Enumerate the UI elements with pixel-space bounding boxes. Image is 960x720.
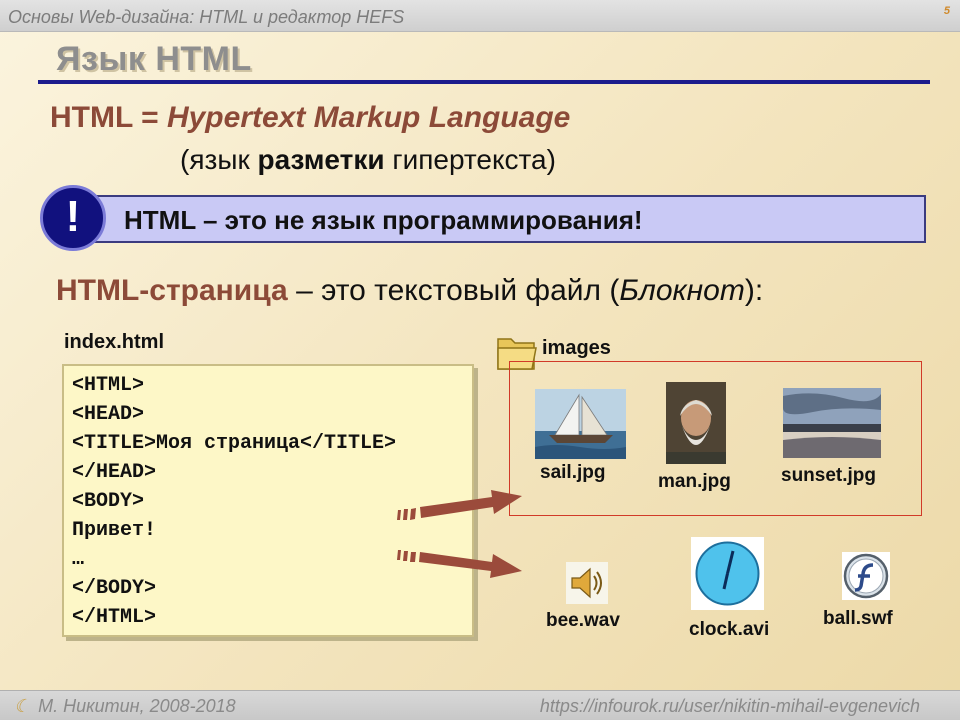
author-text: М. Никитин, 2008-2018 xyxy=(38,696,236,716)
portrait-photo xyxy=(666,382,726,464)
code-line: … xyxy=(72,548,85,571)
alert-text: HTML – это не язык программирования! xyxy=(124,205,643,235)
slide-number: 5 xyxy=(943,5,950,17)
speaker-icon xyxy=(566,562,608,604)
translation-close: гипертекста) xyxy=(384,144,556,175)
sunset-photo xyxy=(783,388,881,458)
code-line: <HEAD> xyxy=(72,403,145,426)
definition-abbr: HTML = xyxy=(50,101,167,134)
sentence-end: ): xyxy=(744,274,764,307)
translation-bold: разметки xyxy=(257,144,385,175)
source-url[interactable]: https://infourok.ru/user/nikitin-mihail-… xyxy=(540,696,920,717)
slide-heading: Язык HTML xyxy=(56,40,252,78)
slide-footer-bar: ☾ М. Никитин, 2008-2018 https://infourok.… xyxy=(0,690,960,720)
file-label-clock: clock.avi xyxy=(689,619,770,640)
file-label-sunset: sunset.jpg xyxy=(781,465,877,486)
heading-divider xyxy=(38,80,930,84)
sentence-highlight: HTML-страница xyxy=(56,274,288,307)
translation-open: (язык xyxy=(180,144,258,175)
presentation-title: Основы Web-дизайна: HTML и редактор HEFS xyxy=(8,7,405,27)
code-line: Привет! xyxy=(72,519,157,542)
code-filename: index.html xyxy=(64,331,165,353)
author-credit: ☾ М. Никитин, 2008-2018 xyxy=(14,696,236,717)
file-label-ball: ball.swf xyxy=(823,608,893,629)
html-definition: HTML = Hypertext Markup Language xyxy=(50,101,570,135)
arrow-icons xyxy=(397,490,522,578)
html-page-sentence: HTML-страница – это текстовый файл (Блок… xyxy=(56,274,763,308)
file-label-man: man.jpg xyxy=(658,471,731,492)
sailboat-photo xyxy=(535,389,626,459)
code-line: <TITLE>Моя страница</TITLE> xyxy=(72,432,397,455)
code-line: </BODY> xyxy=(72,577,157,600)
file-label-bee: bee.wav xyxy=(546,610,620,631)
definition-expansion: Hypertext Markup Language xyxy=(166,101,571,134)
definition-translation: (язык разметки гипертекста) xyxy=(180,144,556,176)
sentence-middle: – это текстовый файл ( xyxy=(287,274,620,307)
clock-video-icon xyxy=(691,537,764,610)
code-line: </HTML> xyxy=(72,606,157,629)
flash-icon xyxy=(842,552,890,600)
file-label-sail: sail.jpg xyxy=(540,462,606,483)
arrow-to-media-icon xyxy=(397,550,522,578)
slide-header-bar: Основы Web-дизайна: HTML и редактор HEFS… xyxy=(0,0,960,32)
sentence-italic: Блокнот xyxy=(619,274,745,307)
arrow-to-images-icon xyxy=(397,490,522,520)
code-line: <HTML> xyxy=(72,374,145,397)
code-listing: <HTML> <HEAD> <TITLE>Моя страница</TITLE… xyxy=(72,371,396,632)
slide: Основы Web-дизайна: HTML и редактор HEFS… xyxy=(0,0,960,720)
code-line: <BODY> xyxy=(72,490,145,513)
folder-label: images xyxy=(542,337,611,359)
author-mark-icon: ☾ xyxy=(14,696,31,716)
code-line: </HEAD> xyxy=(72,461,157,484)
exclamation-icon: ! xyxy=(40,185,106,251)
